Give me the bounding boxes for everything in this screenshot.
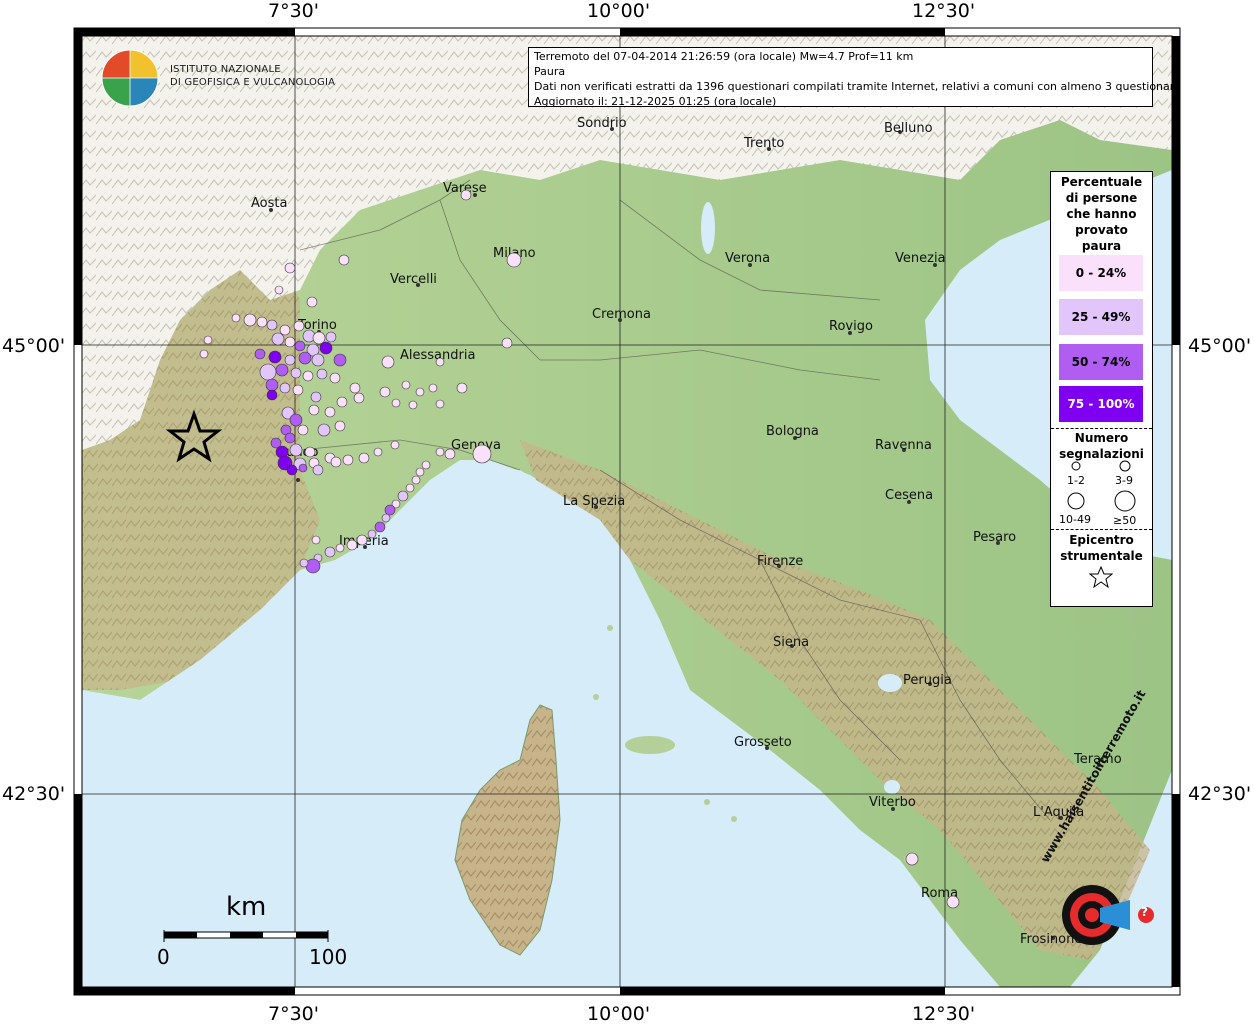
city-label: Aosta [251, 196, 287, 211]
city-label: Venezia [895, 251, 946, 266]
count-symbols [1067, 460, 1136, 512]
city-label: Sondrio [577, 116, 627, 131]
map-parameter: Paura [534, 65, 566, 78]
city-label: Firenze [757, 554, 803, 569]
legend-class-1: 25 - 49% [1059, 299, 1143, 335]
lon-label-top: 10°00' [587, 0, 651, 22]
lon-label-bottom: 12°30' [912, 1003, 976, 1025]
city-label: La Spezia [563, 494, 625, 509]
city-label: Siena [773, 635, 809, 650]
city-label: Grosseto [734, 735, 792, 750]
lat-label-right: 45°00' [1188, 335, 1252, 357]
legend: Percentuale di persone che hanno provato… [1050, 171, 1153, 607]
star-icon [1089, 566, 1113, 588]
lon-label-top: 7°30' [268, 0, 319, 22]
city-label: Cremona [592, 307, 651, 322]
city-label: Pesaro [973, 530, 1016, 545]
legend-class-2: 50 - 74% [1059, 344, 1143, 380]
lon-label-top: 12°30' [912, 0, 976, 22]
legend-divider [1051, 529, 1152, 530]
island [593, 694, 599, 700]
scale-max-label: 100 [309, 945, 348, 969]
count-class-label: 3-9 [1115, 474, 1133, 487]
lon-label-bottom: 7°30' [268, 1003, 319, 1025]
city-label: Verona [725, 251, 770, 266]
event-info-box: Terremoto del 07-04-2014 21:26:59 (ora l… [528, 47, 1181, 108]
epicenter-legend-title: Epicentro strumentale [1060, 533, 1143, 563]
city-label: Ravenna [875, 438, 932, 453]
lake-garda [701, 202, 715, 254]
lake-trasimeno [878, 674, 902, 692]
update-timestamp: Aggiornato il: 21-12-2025 01:25 (ora loc… [534, 95, 777, 108]
lat-label-left: 45°00' [2, 335, 66, 357]
scale-bar [163, 930, 329, 942]
count-class-label: 10-49 [1059, 513, 1091, 526]
city-label: Belluno [884, 121, 933, 136]
scale-min-label: 0 [157, 945, 170, 969]
lat-label-right: 42°30' [1188, 783, 1252, 805]
lon-label-bottom: 10°00' [587, 1003, 651, 1025]
count-class-label: ≥50 [1113, 514, 1137, 527]
legend-title: Percentuale di persone che hanno provato… [1060, 175, 1143, 253]
watermark-badge: ? [1141, 905, 1148, 919]
lat-label-left: 42°30' [2, 783, 66, 805]
island [607, 625, 613, 631]
city-label: Vercelli [390, 272, 437, 287]
legend-class-3: 75 - 100% [1059, 386, 1143, 422]
elba-island [625, 736, 675, 754]
institute-name: ISTITUTO NAZIONALE DI GEOFISICA E VULCAN… [170, 63, 335, 89]
city-label: Perugia [903, 673, 952, 688]
city-label: Trento [743, 136, 784, 151]
city-label: Rovigo [829, 319, 873, 334]
institute-line: ISTITUTO NAZIONALE [170, 64, 281, 75]
city-label: Bologna [766, 424, 819, 439]
count-class-label: 1-2 [1067, 474, 1085, 487]
data-note: Dati non verificati estratti da 1396 que… [534, 80, 1181, 93]
lake-bolsena [884, 780, 900, 794]
city-label: Cesena [885, 488, 933, 503]
legend-class-0: 0 - 24% [1059, 255, 1143, 291]
legend-divider [1051, 428, 1152, 429]
scale-title: km [226, 892, 267, 922]
institute-line: DI GEOFISICA E VULCANOLOGIA [170, 77, 336, 88]
city-label: Viterbo [869, 795, 916, 810]
event-title: Terremoto del 07-04-2014 21:26:59 (ora l… [534, 50, 914, 63]
intensity-map: Sondrio Belluno Trento Varese Aosta Mila… [0, 0, 1254, 1025]
ingv-logo [101, 49, 159, 107]
island [731, 816, 737, 822]
island [704, 799, 710, 805]
